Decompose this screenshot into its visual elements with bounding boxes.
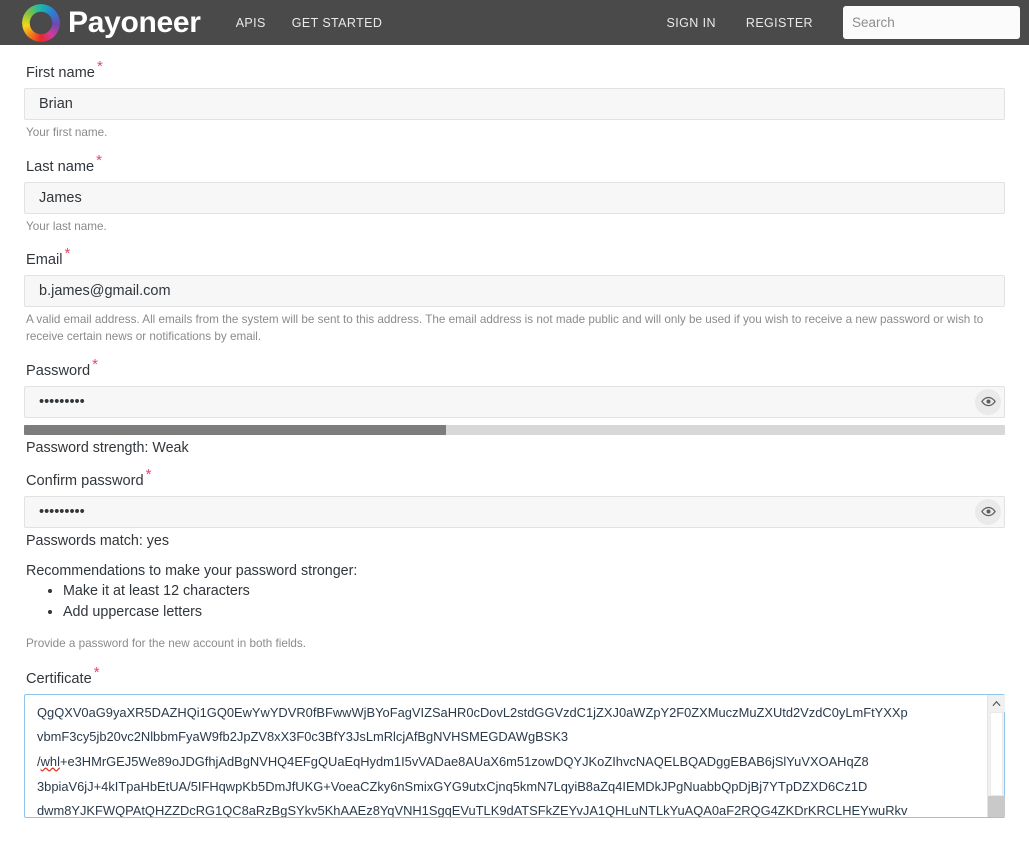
nav-link-get-started[interactable]: GET STARTED xyxy=(292,16,383,30)
help-password: Provide a password for the new account i… xyxy=(26,637,307,651)
certificate-line: 3bpiaV6jJ+4kITpaHbEtUA/5IFHqwpKb5DmJfUKG… xyxy=(37,778,868,794)
brand-name: Payoneer xyxy=(68,5,201,39)
password-recommendations: Recommendations to make your password st… xyxy=(24,563,1005,624)
payoneer-ring-logo-icon xyxy=(22,3,60,42)
help-email: A valid email address. All emails from t… xyxy=(26,313,984,343)
help-first-name: Your first name. xyxy=(26,126,108,140)
label-certificate: Certificate * xyxy=(26,665,1005,687)
field-first-name: First name* Your first name. xyxy=(24,59,1005,142)
label-email: Email * xyxy=(26,246,1005,269)
nav-link-apis[interactable]: APIS xyxy=(236,16,266,30)
password-input-wrapper xyxy=(24,385,1005,418)
label-email-text: Email xyxy=(26,252,63,269)
last-name-input[interactable] xyxy=(24,181,1005,214)
required-asterisk: * xyxy=(92,355,98,373)
registration-form: First name* Your first name. Last name* … xyxy=(0,45,1029,818)
required-asterisk: * xyxy=(64,245,71,263)
eye-icon xyxy=(980,504,996,519)
field-last-name: Last name* Your last name. xyxy=(24,153,1005,236)
misspelled-word: whl xyxy=(40,753,60,769)
brand-logo[interactable]: Payoneer xyxy=(22,3,201,42)
top-navbar: Payoneer APIS GET STARTED SIGN IN REGIST… xyxy=(0,0,1029,45)
password-strength-fill xyxy=(24,424,446,435)
required-asterisk: * xyxy=(96,151,102,169)
label-password: Password * xyxy=(26,357,1005,379)
label-first-name: First name * xyxy=(26,59,1005,81)
field-password: Password* Password strength: Weak xyxy=(24,357,1005,456)
certificate-line: dwm8YJKFWQPAtQHZZDcRG1QC8aRzBgSYkv5KhAAE… xyxy=(37,803,908,818)
list-item: Add uppercase letters xyxy=(63,602,1005,624)
confirm-password-input[interactable] xyxy=(24,495,1005,528)
label-certificate-text: Certificate xyxy=(26,670,92,687)
primary-nav: APIS GET STARTED xyxy=(236,16,383,30)
label-last-name-text: Last name xyxy=(26,158,95,175)
certificate-textarea[interactable]: QgQXV0aG9yaXR5DAZHQi1GQ0EwYwYDVR0fBFwwWj… xyxy=(24,693,1005,818)
field-email: Email* A valid email address. All emails… xyxy=(24,246,1005,345)
eye-icon xyxy=(980,394,996,409)
email-input[interactable] xyxy=(24,275,1005,308)
scrollbar-track[interactable] xyxy=(987,795,1005,817)
recommendations-title: Recommendations to make your password st… xyxy=(26,562,358,579)
field-confirm-password: Confirm password* Passwords match: yes xyxy=(24,467,1005,549)
required-asterisk: * xyxy=(145,465,152,483)
confirm-password-input-wrapper xyxy=(24,495,1005,528)
required-asterisk: * xyxy=(93,663,100,681)
help-last-name: Your last name. xyxy=(26,219,107,233)
certificate-line: /whl+e3HMrGEJ5We89oJDGfhjAdBgNVHQ4EFgQUa… xyxy=(37,753,869,769)
password-visibility-toggle-button[interactable] xyxy=(975,388,1001,415)
label-password-text: Password xyxy=(26,362,91,379)
passwords-match-label: Passwords match: yes xyxy=(26,532,170,549)
list-item: Make it at least 12 characters xyxy=(63,581,1005,603)
label-confirm-password-text: Confirm password xyxy=(26,472,144,489)
nav-link-register[interactable]: REGISTER xyxy=(746,16,813,30)
certificate-textarea-wrapper: QgQXV0aG9yaXR5DAZHQi1GQ0EwYwYDVR0fBFwwWj… xyxy=(24,693,1005,818)
scrollbar-thumb[interactable] xyxy=(989,711,1003,796)
first-name-input[interactable] xyxy=(24,88,1005,121)
label-first-name-text: First name xyxy=(26,65,95,81)
label-confirm-password: Confirm password * xyxy=(26,467,1005,489)
field-certificate: Certificate * QgQXV0aG9yaXR5DAZHQi1GQ0EwY… xyxy=(24,665,1005,818)
chevron-up-icon[interactable] xyxy=(987,694,1005,712)
password-input[interactable] xyxy=(24,385,1005,418)
recommendations-list: Make it at least 12 characters Add upper… xyxy=(24,581,1005,624)
certificate-scrollbar[interactable] xyxy=(987,694,1005,817)
secondary-nav: SIGN IN REGISTER xyxy=(667,0,1020,45)
label-last-name: Last name * xyxy=(26,153,1005,175)
search-input[interactable] xyxy=(843,6,1020,39)
confirm-password-visibility-toggle-button[interactable] xyxy=(975,498,1001,525)
nav-link-sign-in[interactable]: SIGN IN xyxy=(667,16,716,30)
certificate-line: vbmF3cy5jb20vc2NlbbmFyaW9fb2JpZV8xX3F0c3… xyxy=(37,729,569,745)
password-strength-label: Password strength: Weak xyxy=(26,439,189,456)
required-asterisk: * xyxy=(96,58,103,76)
certificate-line: QgQXV0aG9yaXR5DAZHQi1GQ0EwYwYDVR0fBFwwWj… xyxy=(37,704,908,720)
password-strength-meter xyxy=(24,424,1005,435)
